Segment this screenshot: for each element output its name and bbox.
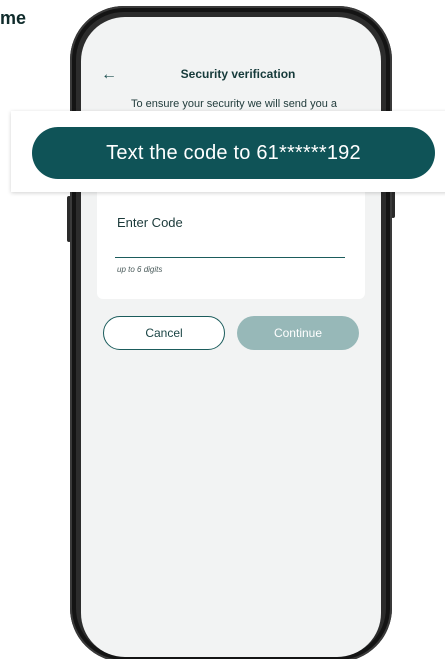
code-helper-text: up to 6 digits	[117, 265, 163, 274]
banner-text: Text the code to 61******192	[106, 141, 361, 164]
continue-button[interactable]: Continue	[237, 316, 359, 350]
stage: me ← Security verification To ensure you…	[0, 0, 445, 659]
code-card: Enter Code up to 6 digits	[97, 187, 365, 299]
button-row: Cancel Continue	[103, 316, 359, 352]
page-title: Security verification	[180, 67, 296, 81]
intro-text: To ensure your security we will send you…	[130, 98, 338, 110]
cancel-button[interactable]: Cancel	[103, 316, 225, 350]
corner-text: me	[0, 8, 27, 28]
phone-frame: ← Security verification To ensure your s…	[70, 6, 392, 659]
code-input[interactable]	[115, 235, 345, 258]
banner-frame: Text the code to 61******192	[11, 111, 445, 192]
code-label: Enter Code	[117, 215, 183, 230]
send-code-banner[interactable]: Text the code to 61******192	[32, 127, 435, 179]
header: ← Security verification	[81, 65, 381, 87]
